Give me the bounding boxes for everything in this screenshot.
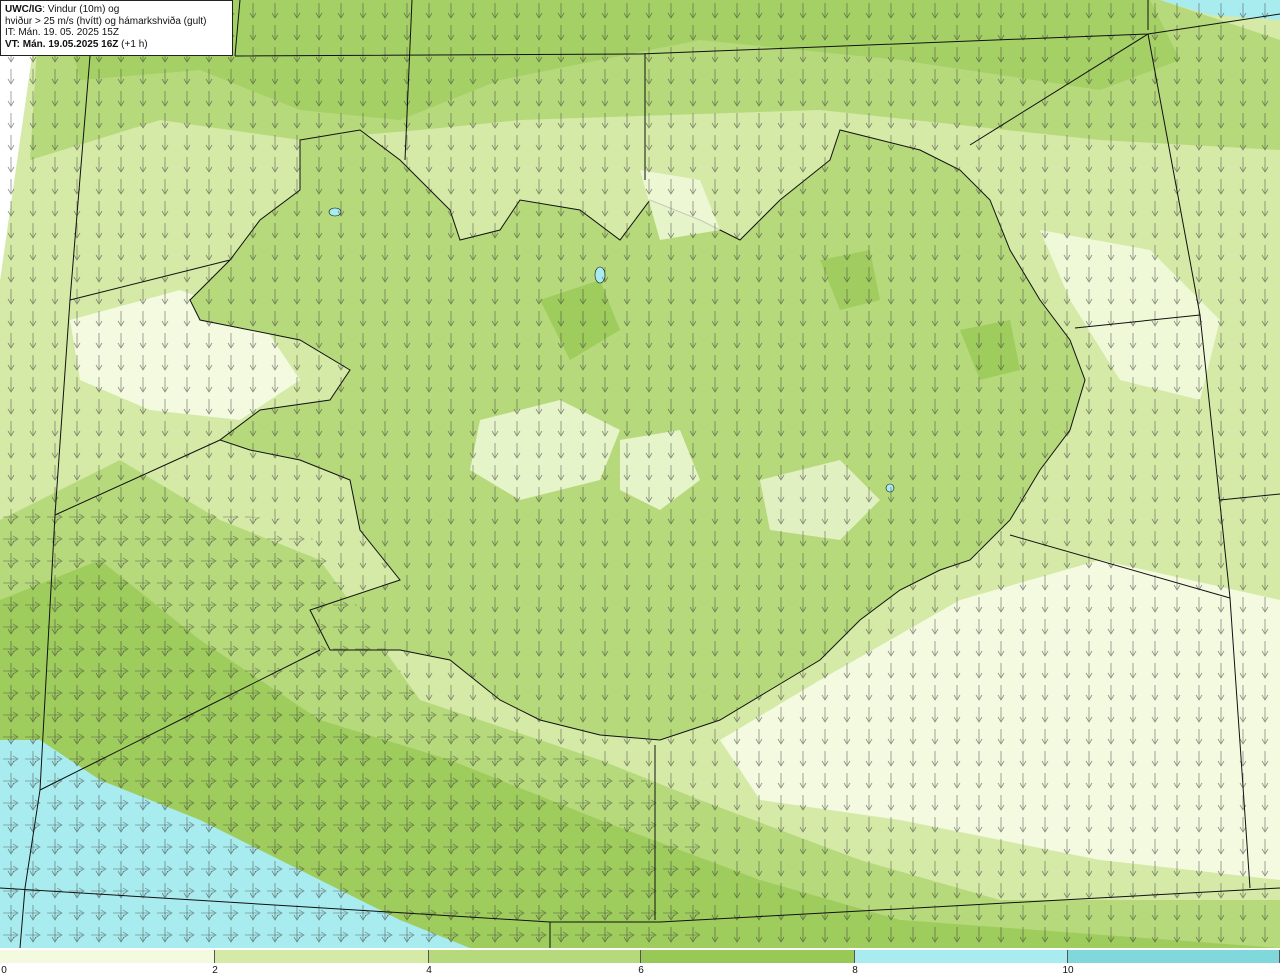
colorbar-bin xyxy=(1068,950,1280,963)
title-line-1: UWC/IG: Vindur (10m) og xyxy=(5,4,228,16)
colorbar-bin xyxy=(855,950,1068,963)
colorbar: 0 2 4 6 8 10 xyxy=(0,948,1280,978)
product-code: UWC/IG xyxy=(5,4,43,15)
colorbar-tick-label: 2 xyxy=(212,965,218,976)
valid-time-offset: (+1 h) xyxy=(118,38,148,50)
title-line-2: hviður > 25 m/s (hvítt) og hámarkshviða … xyxy=(5,15,207,27)
colorbar-tick-label: 4 xyxy=(426,965,432,976)
title-text: : Vindur (10m) og xyxy=(42,4,120,15)
valid-time: VT: Mán. 19.05.2025 16Z (+1 h) xyxy=(5,39,228,51)
valid-time-label: VT: Mán. 19.05.2025 16Z xyxy=(5,38,119,50)
colorbar-bin xyxy=(215,950,429,963)
colorbar-bin xyxy=(641,950,855,963)
colorbar-tick-label: 8 xyxy=(852,965,858,976)
colorbar-bin xyxy=(429,950,641,963)
colorbar-tick-label: 6 xyxy=(638,965,644,976)
init-time: IT: Mán. 19. 05. 2025 15Z xyxy=(5,27,119,38)
wind-map xyxy=(0,0,1280,948)
colorbar-bin xyxy=(0,950,215,963)
map-title-box: UWC/IG: Vindur (10m) og hviður > 25 m/s … xyxy=(0,0,233,56)
colorbar-tick-label: 10 xyxy=(1062,965,1074,976)
colorbar-tick-label: 0 xyxy=(1,965,7,976)
